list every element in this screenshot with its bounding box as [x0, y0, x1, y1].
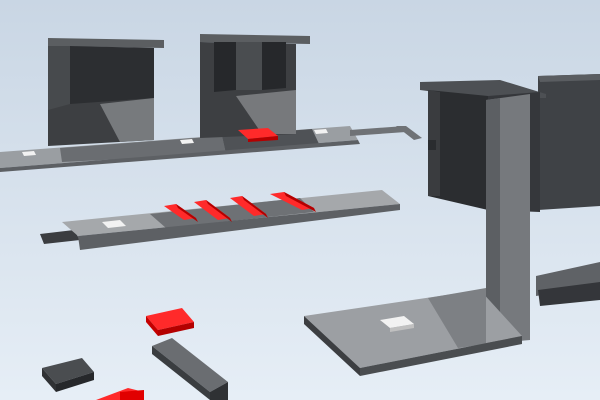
- game-viewport[interactable]: [0, 0, 600, 400]
- 3d-scene[interactable]: [0, 0, 600, 400]
- rear-tower-right: [200, 34, 310, 138]
- rear-tower-left: [48, 38, 164, 146]
